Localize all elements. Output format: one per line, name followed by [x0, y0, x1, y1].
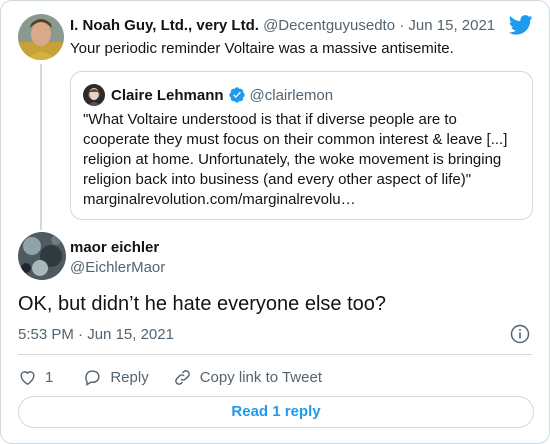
tweet-timestamp[interactable]: 5:53 PM · Jun 15, 2021 — [18, 326, 174, 343]
parent-tweet-header: I. Noah Guy, Ltd., very Ltd. @Decentguyu… — [70, 17, 495, 34]
main-author-name[interactable]: maor eichler — [70, 239, 159, 256]
parent-separator: · — [399, 17, 405, 34]
parent-tweet-date[interactable]: Jun 15, 2021 — [408, 17, 495, 34]
parent-tweet-text: Your periodic reminder Voltaire was a ma… — [70, 40, 454, 57]
thread-connector-line — [40, 64, 42, 230]
reply-label: Reply — [110, 368, 149, 386]
quoted-author-name: Claire Lehmann — [111, 86, 224, 104]
twitter-bird-icon[interactable] — [509, 15, 533, 35]
parent-author-avatar[interactable] — [18, 14, 64, 60]
main-author-avatar[interactable] — [18, 232, 66, 280]
like-count: 1 — [45, 368, 54, 386]
quoted-text-line: religion back into business (and every o… — [83, 171, 472, 188]
quoted-author-handle: @clairlemon — [249, 86, 334, 104]
parent-author-handle[interactable]: @Decentguyusedto — [263, 17, 395, 34]
link-icon — [174, 369, 190, 385]
tweet-card: I. Noah Guy, Ltd., very Ltd. @Decentguyu… — [0, 0, 550, 444]
tweet-time: 5:53 PM — [18, 326, 74, 343]
quoted-text-line: cooperate they must focus on their commo… — [83, 131, 508, 148]
quoted-text-line: religion at home. Unfortunately, the wok… — [83, 151, 502, 168]
quoted-text-line: "What Voltaire understood is that if div… — [83, 111, 457, 128]
like-button[interactable]: 1 — [18, 368, 53, 387]
verified-badge-icon — [228, 87, 245, 103]
main-tweet-text: OK, but didn’t he hate everyone else too… — [18, 293, 387, 315]
parent-author-name[interactable]: I. Noah Guy, Ltd., very Ltd. — [70, 17, 259, 34]
reply-icon — [85, 369, 100, 386]
main-author-handle[interactable]: @EichlerMaor — [70, 259, 165, 276]
divider — [18, 354, 532, 355]
heart-icon — [20, 370, 35, 385]
quoted-tweet-text: "What Voltaire understood is that if div… — [83, 110, 523, 210]
read-replies-button[interactable]: Read 1 reply — [18, 396, 534, 428]
meta-separator: · — [78, 326, 84, 343]
quoted-tweet-header: Claire Lehmann @clairlemon — [111, 86, 333, 104]
copy-link-button[interactable]: Copy link to Tweet — [173, 368, 322, 387]
tweet-date: Jun 15, 2021 — [87, 326, 174, 343]
reply-button[interactable]: Reply — [83, 368, 149, 387]
quoted-tweet[interactable]: Claire Lehmann @clairlemon "What Voltair… — [70, 71, 533, 220]
quoted-link-text: marginalrevolution.com/marginalrevolu… — [83, 191, 356, 208]
tweet-actions: 1 Reply Copy link to Tweet — [18, 367, 342, 387]
copy-link-label: Copy link to Tweet — [199, 368, 322, 386]
info-icon[interactable] — [510, 324, 530, 344]
quoted-author-avatar — [83, 84, 105, 106]
